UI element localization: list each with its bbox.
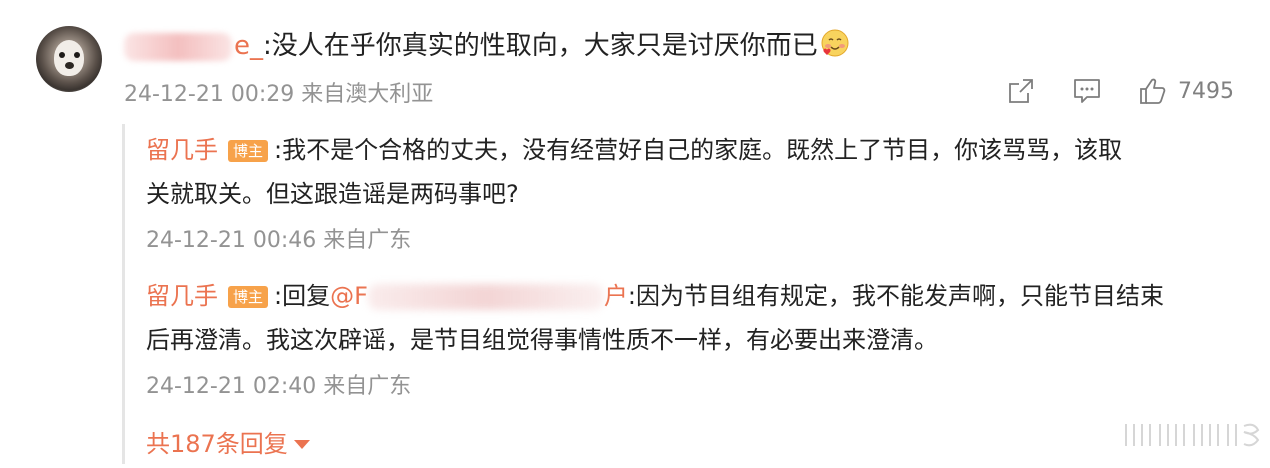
like-count: 7495 <box>1178 78 1234 104</box>
author-badge: 博主 <box>228 140 269 162</box>
mention-end[interactable]: 户 <box>604 282 628 310</box>
mention-start[interactable]: @F <box>330 282 368 310</box>
reply-line-1: 留几手 博主:我不是个合格的丈夫，没有经营好自己的家庭。既然上了节目，你该骂骂，该… <box>146 128 1236 172</box>
more-replies-link[interactable]: 共187条回复 <box>146 424 310 459</box>
caret-down-icon <box>293 440 310 449</box>
comment-icon[interactable] <box>1072 76 1102 106</box>
share-icon[interactable] <box>1006 76 1036 106</box>
reply-author[interactable]: 留几手 <box>146 282 218 310</box>
comment-meta: 24-12-21 00:29 来自澳大利亚 <box>124 82 434 107</box>
reply-meta: 24-12-21 00:46 来自广东 <box>146 228 412 253</box>
smile-heart-emoji-icon <box>821 29 849 57</box>
reply-item: 留几手 博主:回复@F 户:因为节目组有规定，我不能发声啊，只能节目结束 后再澄清。… <box>146 274 1236 362</box>
reply-text: :我不是个合格的丈夫，没有经营好自己的家庭。既然上了节目，你该骂骂，该取 <box>274 136 1123 164</box>
like-icon[interactable] <box>1138 76 1168 106</box>
avatar[interactable] <box>36 26 102 92</box>
blurred-username[interactable] <box>124 32 232 61</box>
thread-divider <box>122 124 125 464</box>
more-replies-label: 共187条回复 <box>146 430 288 458</box>
watermark-icon <box>1125 423 1260 447</box>
comment-actions: 7495 <box>1006 74 1234 108</box>
reply-line-1: 留几手 博主:回复@F 户:因为节目组有规定，我不能发声啊，只能节目结束 <box>146 274 1236 318</box>
reply-author[interactable]: 留几手 <box>146 136 218 164</box>
reply-item: 留几手 博主:我不是个合格的丈夫，没有经营好自己的家庭。既然上了节目，你该骂骂，该… <box>146 128 1236 216</box>
author-badge: 博主 <box>228 286 269 308</box>
reply-text: :因为节目组有规定，我不能发声啊，只能节目结束 <box>627 282 1165 310</box>
comment-text: :没人在乎你真实的性取向，大家只是讨厌你而已 <box>263 31 818 61</box>
reply-prefix: :回复 <box>274 282 331 310</box>
reply-line-2: 关就取关。但这跟造谣是两码事吧? <box>146 180 519 208</box>
reply-meta: 24-12-21 02:40 来自广东 <box>146 374 412 399</box>
comment-author[interactable]: e_ <box>234 31 263 61</box>
comment-line: e_:没人在乎你真实的性取向，大家只是讨厌你而已 <box>124 28 850 64</box>
reply-line-2: 后再澄清。我这次辟谣，是节目组觉得事情性质不一样，有必要出来澄清。 <box>146 326 938 354</box>
blurred-mention <box>367 284 604 310</box>
